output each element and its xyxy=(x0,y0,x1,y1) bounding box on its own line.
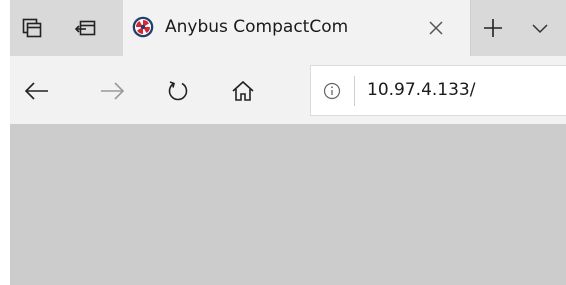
close-tab-icon[interactable] xyxy=(423,15,449,41)
home-icon[interactable] xyxy=(228,76,258,106)
address-divider xyxy=(354,76,355,106)
active-tab[interactable]: Anybus CompactCom xyxy=(123,0,471,56)
tab-title: Anybus CompactCom xyxy=(165,17,349,37)
tab-actions-icon[interactable] xyxy=(18,14,46,42)
back-arrow-icon[interactable] xyxy=(22,76,52,106)
address-bar[interactable]: 10.97.4.133/ xyxy=(310,65,566,116)
url-text[interactable]: 10.97.4.133/ xyxy=(367,80,475,100)
refresh-icon[interactable] xyxy=(163,76,193,106)
navigation-bar: 10.97.4.133/ xyxy=(10,56,566,124)
anybus-logo-icon xyxy=(132,16,154,38)
forward-arrow-icon[interactable] xyxy=(97,76,127,106)
page-content xyxy=(10,124,566,285)
tabs-aside-icon[interactable] xyxy=(72,14,100,42)
tab-strip: Anybus CompactCom xyxy=(10,0,566,56)
new-tab-icon[interactable] xyxy=(478,13,508,43)
info-icon[interactable] xyxy=(321,80,343,102)
tab-list-chevron-icon[interactable] xyxy=(525,14,555,44)
browser-window: Anybus CompactCom 10.97.4.133/ xyxy=(0,0,566,285)
